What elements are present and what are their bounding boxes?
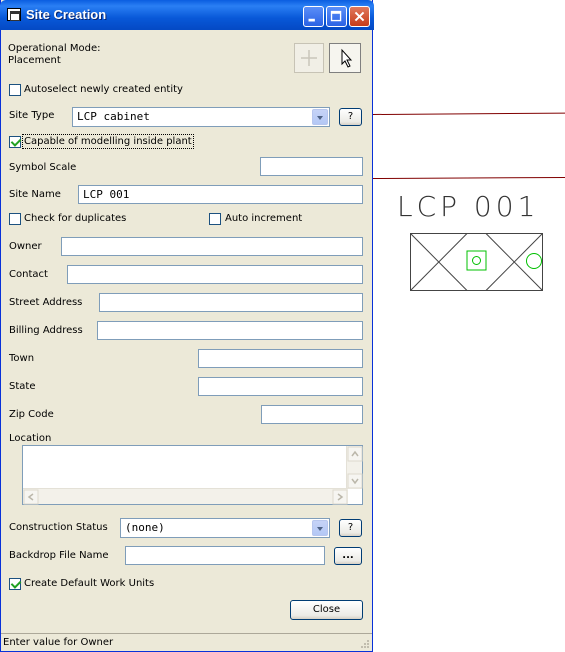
operational-mode-label: Operational Mode: [8,43,101,54]
auto-increment-checkbox[interactable] [209,213,221,225]
close-window-button[interactable] [349,6,370,27]
symbol-scale-input[interactable] [260,157,363,176]
contact-label: Contact [9,269,48,280]
window-title: Site Creation [26,7,107,22]
site-type-label: Site Type [9,110,55,121]
close-icon [354,11,365,22]
chevron-down-icon[interactable] [312,109,328,125]
chevron-down-icon[interactable] [312,520,328,536]
construction-status-help-button[interactable]: ? [339,519,362,537]
capable-inside-plant-label: Capable of modelling inside plant [24,136,192,147]
app-icon [7,8,21,21]
lcp-symbol-label: LCP 001 [397,190,540,223]
auto-increment-label: Auto increment [225,213,303,224]
operational-mode-value: Placement [8,55,61,66]
street-address-label: Street Address [9,297,83,308]
construction-status-value: (none) [125,521,165,534]
owner-label: Owner [9,241,42,252]
scroll-up-icon[interactable] [347,446,363,462]
minimize-icon [308,18,315,22]
construction-status-select[interactable]: (none) [120,518,330,538]
vertical-scrollbar[interactable] [346,446,363,489]
scroll-right-icon[interactable] [332,489,348,505]
zip-code-label: Zip Code [9,409,54,420]
scroll-down-icon[interactable] [347,473,363,489]
capable-inside-plant-checkbox[interactable] [9,136,21,148]
default-work-units-checkbox[interactable] [9,578,21,590]
zip-code-input[interactable] [261,405,363,424]
title-bar[interactable]: Site Creation [0,0,374,30]
contact-input[interactable] [67,265,363,284]
site-type-select[interactable]: LCP cabinet [72,107,330,127]
state-input[interactable] [198,377,363,396]
maximize-icon [330,10,342,22]
backdrop-file-input[interactable] [125,546,325,565]
site-type-value: LCP cabinet [77,110,150,123]
scroll-left-icon[interactable] [23,489,39,505]
check-duplicates-label: Check for duplicates [24,213,127,224]
check-duplicates-checkbox[interactable] [9,213,21,225]
town-label: Town [9,353,35,364]
placement-mode-button[interactable] [294,43,324,73]
construction-status-label: Construction Status [9,522,108,533]
minimize-button[interactable] [303,6,324,27]
browse-button[interactable]: ... [334,547,362,565]
autoselect-checkbox[interactable] [9,84,21,96]
billing-address-input[interactable] [97,321,363,340]
location-textarea[interactable] [22,445,363,505]
site-name-label: Site Name [9,189,61,200]
maximize-button[interactable] [326,6,347,27]
pointer-icon [341,48,353,68]
state-label: State [9,381,36,392]
horizontal-scrollbar[interactable] [23,488,348,505]
town-input[interactable] [198,349,363,368]
resize-grip-icon[interactable] [358,637,370,649]
owner-input[interactable] [61,237,363,256]
billing-address-label: Billing Address [9,325,83,336]
site-name-input[interactable]: LCP 001 [78,185,363,204]
crosshair-icon [301,50,317,66]
drawing-canvas[interactable] [373,0,565,652]
site-type-help-button[interactable]: ? [339,108,362,126]
status-bar: Enter value for Owner [1,633,372,651]
lcp-cabinet-symbol[interactable] [410,233,545,291]
close-button[interactable]: Close [290,600,363,620]
location-label: Location [9,433,52,444]
site-creation-window: Site Creation Operational Mode: Placemen… [0,0,374,652]
select-mode-button[interactable] [329,43,361,73]
symbol-scale-label: Symbol Scale [9,162,77,173]
backdrop-file-label: Backdrop File Name [9,550,109,561]
status-text: Enter value for Owner [3,637,114,648]
street-address-input[interactable] [99,293,363,312]
autoselect-label: Autoselect newly created entity [24,84,183,95]
default-work-units-label: Create Default Work Units [24,578,155,589]
